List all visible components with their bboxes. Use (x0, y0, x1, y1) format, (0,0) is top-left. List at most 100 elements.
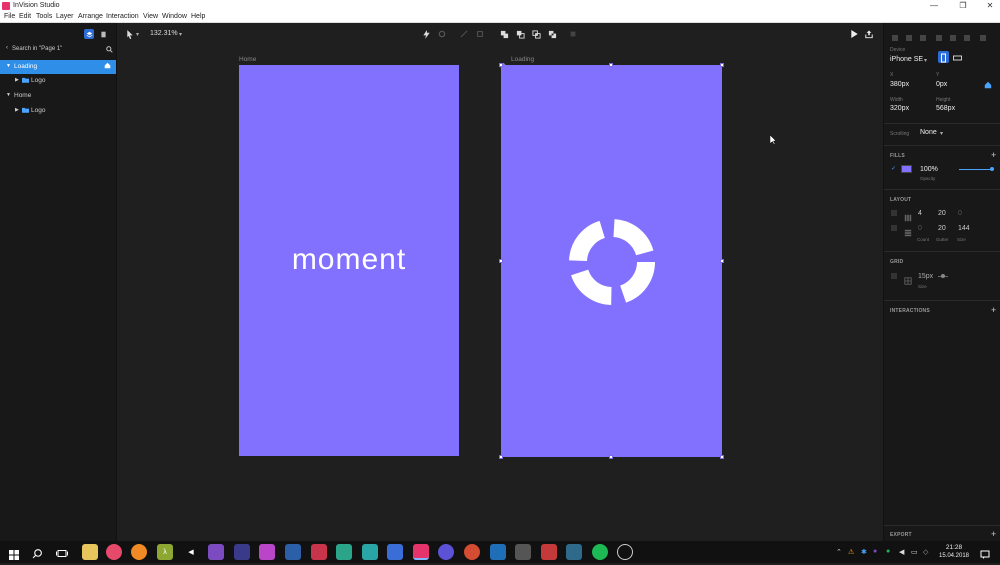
collapse-triangle-icon[interactable]: ▶ (15, 107, 19, 113)
assets-tab-icon[interactable] (98, 29, 108, 39)
grid-checkbox[interactable] (891, 273, 897, 279)
resize-handle[interactable] (720, 63, 724, 67)
height-input[interactable]: 568px (936, 105, 955, 112)
flatten-icon[interactable] (568, 29, 578, 39)
network-icon[interactable]: ▭ (911, 548, 918, 556)
artboard-label-home[interactable]: Home (239, 56, 256, 63)
scrolling-select[interactable]: None (920, 129, 937, 136)
tray-app-icon[interactable]: ● (873, 548, 877, 555)
menu-arrange[interactable]: Arrange (78, 13, 103, 20)
resize-handle[interactable] (499, 259, 503, 263)
y-input[interactable]: 0px (936, 81, 947, 88)
resize-handle[interactable] (720, 259, 724, 263)
ide-icon[interactable] (311, 544, 327, 560)
device-select[interactable]: iPhone SE (890, 56, 923, 63)
chrome-icon[interactable] (464, 544, 480, 560)
menu-tools[interactable]: Tools (36, 13, 52, 20)
windows-start-icon[interactable] (9, 547, 19, 565)
ide-icon[interactable] (259, 544, 275, 560)
close-button[interactable]: ✕ (982, 1, 998, 10)
search-icon[interactable] (104, 44, 114, 54)
app-icon[interactable] (541, 544, 557, 560)
ide-icon[interactable] (234, 544, 250, 560)
menu-edit[interactable]: Edit (19, 13, 31, 20)
grid-size-input[interactable]: 15px (918, 273, 933, 280)
warning-icon[interactable]: ⚠ (848, 548, 854, 556)
blender-icon[interactable] (131, 544, 147, 560)
app-icon[interactable] (438, 544, 454, 560)
app-icon[interactable] (566, 544, 582, 560)
language-icon[interactable]: ◇ (923, 548, 928, 556)
intersect-icon[interactable] (531, 29, 541, 39)
portrait-orientation-icon[interactable] (938, 51, 949, 63)
spotify-icon[interactable] (592, 544, 608, 560)
expand-triangle-icon[interactable]: ▼ (6, 63, 11, 69)
ide-icon[interactable] (362, 544, 378, 560)
clock-time[interactable]: 21:28 (936, 544, 972, 551)
canvas-area[interactable]: Home moment Loading (117, 45, 883, 541)
search-icon[interactable] (32, 546, 43, 564)
columns-count-input[interactable]: 4 (918, 210, 922, 217)
chevron-down-icon[interactable]: ▾ (940, 130, 943, 137)
ide-icon[interactable] (336, 544, 352, 560)
fill-color-swatch[interactable] (901, 165, 912, 173)
menu-window[interactable]: Window (162, 13, 187, 20)
rows-gutter-input[interactable]: 20 (938, 225, 946, 232)
zoom-chevron-down-icon[interactable]: ▾ (179, 31, 182, 38)
task-view-icon[interactable] (56, 546, 68, 564)
resize-handle[interactable] (499, 63, 503, 67)
width-input[interactable]: 320px (890, 105, 909, 112)
fill-opacity-input[interactable]: 100% (920, 166, 938, 173)
opacity-slider-handle[interactable] (990, 167, 994, 171)
resize-handle[interactable] (499, 455, 503, 459)
opacity-slider-track[interactable] (959, 169, 992, 170)
chevron-down-icon[interactable]: ▾ (924, 57, 927, 64)
layout-columns-checkbox[interactable] (891, 210, 897, 216)
layer-row-logo[interactable]: ▶ Logo (0, 74, 116, 88)
artboard-home[interactable]: moment (239, 65, 459, 456)
x-input[interactable]: 380px (890, 81, 909, 88)
search-scope-label[interactable]: Search in "Page 1" (12, 46, 62, 52)
minimize-button[interactable]: — (926, 1, 942, 10)
app-icon[interactable] (617, 544, 633, 560)
resize-handle[interactable] (609, 455, 613, 459)
ide-icon[interactable] (387, 544, 403, 560)
difference-icon[interactable] (547, 29, 557, 39)
layer-row-logo[interactable]: ▶ Logo (0, 104, 116, 118)
layer-row-home[interactable]: ▼ Home (0, 89, 116, 103)
expand-triangle-icon[interactable]: ▼ (6, 92, 11, 98)
volume-icon[interactable]: ◀ (899, 548, 904, 556)
ide-icon[interactable] (285, 544, 301, 560)
play-preview-icon[interactable] (849, 29, 859, 39)
artboard-label-loading[interactable]: Loading (511, 56, 534, 63)
file-explorer-icon[interactable] (82, 544, 98, 560)
menu-layer[interactable]: Layer (56, 13, 74, 20)
fill-checkmark-icon[interactable]: ✓ (891, 165, 896, 172)
back-chevron-icon[interactable]: ‹ (6, 45, 8, 51)
grid-slider-handle[interactable] (941, 274, 945, 278)
clock-date[interactable]: 15.04.2018 (936, 553, 972, 559)
layout-rows-checkbox[interactable] (891, 225, 897, 231)
union-icon[interactable] (499, 29, 509, 39)
lambda-app-icon[interactable]: λ (157, 544, 173, 560)
columns-size-input[interactable]: 0 (958, 210, 962, 217)
app-icon[interactable] (106, 544, 122, 560)
rows-size-input[interactable]: 144 (958, 225, 970, 232)
app-icon[interactable] (515, 544, 531, 560)
collapse-triangle-icon[interactable]: ▶ (15, 77, 19, 83)
spotify-tray-icon[interactable]: ● (886, 548, 890, 555)
artboard-loading[interactable] (501, 65, 722, 457)
unity-icon[interactable]: ◀ (183, 544, 199, 560)
notification-center-icon[interactable] (980, 547, 990, 565)
columns-gutter-input[interactable]: 20 (938, 210, 946, 217)
menu-interaction[interactable]: Interaction (106, 13, 139, 20)
landscape-orientation-icon[interactable] (952, 51, 963, 63)
subtract-icon[interactable] (515, 29, 525, 39)
maximize-button[interactable]: ❐ (955, 1, 971, 10)
share-upload-icon[interactable] (864, 29, 874, 39)
add-fill-plus-icon[interactable]: + (991, 150, 996, 160)
layers-tab-icon[interactable] (84, 29, 94, 39)
select-tool-icon[interactable] (125, 29, 135, 39)
resize-handle[interactable] (609, 63, 613, 67)
invision-studio-icon[interactable] (413, 544, 429, 560)
